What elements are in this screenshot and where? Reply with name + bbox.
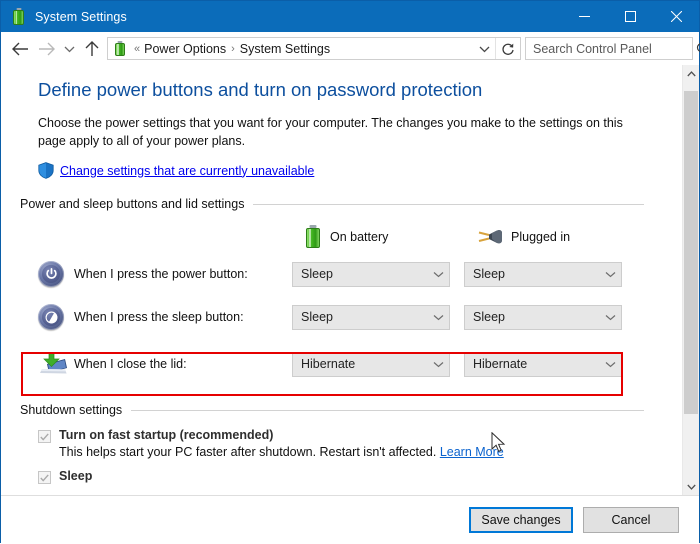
search-input[interactable] <box>526 41 696 57</box>
battery-icon <box>305 225 321 249</box>
dropdown-value: Hibernate <box>293 357 427 371</box>
minimize-button[interactable] <box>561 1 607 32</box>
address-battery-icon <box>112 41 128 57</box>
recent-locations-chevron-down-icon[interactable] <box>59 36 79 62</box>
power-button-icon <box>38 261 64 287</box>
scroll-down-icon[interactable] <box>683 478 699 495</box>
search-icon[interactable] <box>696 42 700 56</box>
battery-icon <box>10 8 27 25</box>
sleep-button-plugged-in-dropdown[interactable]: Sleep <box>464 305 622 330</box>
shield-icon <box>38 162 54 179</box>
dropdown-value: Sleep <box>293 310 427 324</box>
checkbox-row-sleep[interactable]: Sleep <box>38 469 664 484</box>
sleep-label: Sleep <box>59 469 92 483</box>
section-label: Shutdown settings <box>20 403 122 417</box>
dropdown-value: Hibernate <box>465 357 599 371</box>
checkbox-row-fast-startup[interactable]: Turn on fast startup (recommended) <box>38 428 664 443</box>
section-divider <box>253 204 644 205</box>
chevron-down-icon <box>427 361 449 368</box>
dropdown-value: Sleep <box>465 267 599 281</box>
row-label: When I close the lid: <box>74 357 292 371</box>
page-intro: Choose the power settings that you want … <box>38 114 638 150</box>
column-on-battery: On battery <box>305 225 477 249</box>
power-button-on-battery-dropdown[interactable]: Sleep <box>292 262 450 287</box>
breadcrumb-separator: › <box>231 43 235 55</box>
close-lid-on-battery-dropdown[interactable]: Hibernate <box>292 352 450 377</box>
chevron-down-icon <box>427 314 449 321</box>
fast-startup-label: Turn on fast startup (recommended) <box>59 428 273 442</box>
page-title: Define power buttons and turn on passwor… <box>38 79 664 101</box>
scrollbar-thumb[interactable] <box>684 91 698 414</box>
back-arrow-icon[interactable] <box>7 36 33 62</box>
column-plugged-in: Plugged in <box>477 225 649 249</box>
save-changes-button[interactable]: Save changes <box>469 507 573 533</box>
power-buttons-section-heading: Power and sleep buttons and lid settings <box>20 197 664 211</box>
scrollbar-track[interactable] <box>683 82 699 478</box>
vertical-scrollbar[interactable] <box>682 65 699 495</box>
laptop-lid-icon <box>38 351 64 377</box>
system-settings-window: System Settings <box>0 0 700 543</box>
cancel-button[interactable]: Cancel <box>583 507 679 533</box>
change-settings-link[interactable]: Change settings that are currently unava… <box>60 164 314 178</box>
column-label: On battery <box>330 230 388 244</box>
address-bar[interactable]: « Power Options › System Settings <box>107 37 521 60</box>
address-overflow-chevron[interactable]: « <box>134 43 140 55</box>
column-label: Plugged in <box>511 230 570 244</box>
fast-startup-checkbox[interactable] <box>38 430 51 443</box>
title-bar: System Settings <box>1 1 699 32</box>
dropdown-value: Sleep <box>293 267 427 281</box>
window-controls <box>561 1 699 32</box>
learn-more-link[interactable]: Learn More <box>440 445 504 459</box>
row-label: When I press the power button: <box>74 267 292 281</box>
scroll-content: Define power buttons and turn on passwor… <box>1 65 682 495</box>
sleep-checkbox[interactable] <box>38 471 51 484</box>
sleep-button-icon <box>38 304 64 330</box>
column-headers: On battery Plugged in <box>38 225 664 249</box>
up-arrow-icon[interactable] <box>79 36 105 62</box>
address-dropdown-chevron-down-icon[interactable] <box>473 45 495 53</box>
setting-row-close-lid: When I close the lid: Hibernate Hibernat… <box>38 344 664 384</box>
breadcrumb-system-settings[interactable]: System Settings <box>240 42 330 56</box>
chevron-down-icon <box>599 361 621 368</box>
change-settings-link-row[interactable]: Change settings that are currently unava… <box>38 162 664 179</box>
forward-arrow-icon <box>33 36 59 62</box>
navigation-bar: « Power Options › System Settings <box>1 32 699 65</box>
content-area: Define power buttons and turn on passwor… <box>1 65 699 544</box>
power-plug-icon <box>477 228 503 246</box>
description-text: This helps start your PC faster after sh… <box>59 445 436 459</box>
chevron-down-icon <box>427 271 449 278</box>
section-label: Power and sleep buttons and lid settings <box>20 197 244 211</box>
row-label: When I press the sleep button: <box>74 310 292 324</box>
maximize-button[interactable] <box>607 1 653 32</box>
close-lid-plugged-in-dropdown[interactable]: Hibernate <box>464 352 622 377</box>
chevron-down-icon <box>599 314 621 321</box>
setting-row-power-button: When I press the power button: Sleep Sle… <box>38 256 664 292</box>
section-divider <box>131 410 644 411</box>
setting-row-sleep-button: When I press the sleep button: Sleep Sle… <box>38 299 664 335</box>
search-box[interactable] <box>525 37 693 60</box>
breadcrumb-power-options[interactable]: Power Options <box>144 42 226 56</box>
shutdown-options: Turn on fast startup (recommended) This … <box>38 428 664 484</box>
fast-startup-description: This helps start your PC faster after sh… <box>59 445 664 459</box>
shutdown-section-heading: Shutdown settings <box>20 403 664 417</box>
chevron-down-icon <box>599 271 621 278</box>
dropdown-value: Sleep <box>465 310 599 324</box>
close-button[interactable] <box>653 1 699 32</box>
power-button-plugged-in-dropdown[interactable]: Sleep <box>464 262 622 287</box>
window-title: System Settings <box>35 10 127 24</box>
refresh-icon[interactable] <box>495 38 520 59</box>
dialog-footer: Save changes Cancel <box>1 495 699 544</box>
sleep-button-on-battery-dropdown[interactable]: Sleep <box>292 305 450 330</box>
scroll-up-icon[interactable] <box>683 65 699 82</box>
